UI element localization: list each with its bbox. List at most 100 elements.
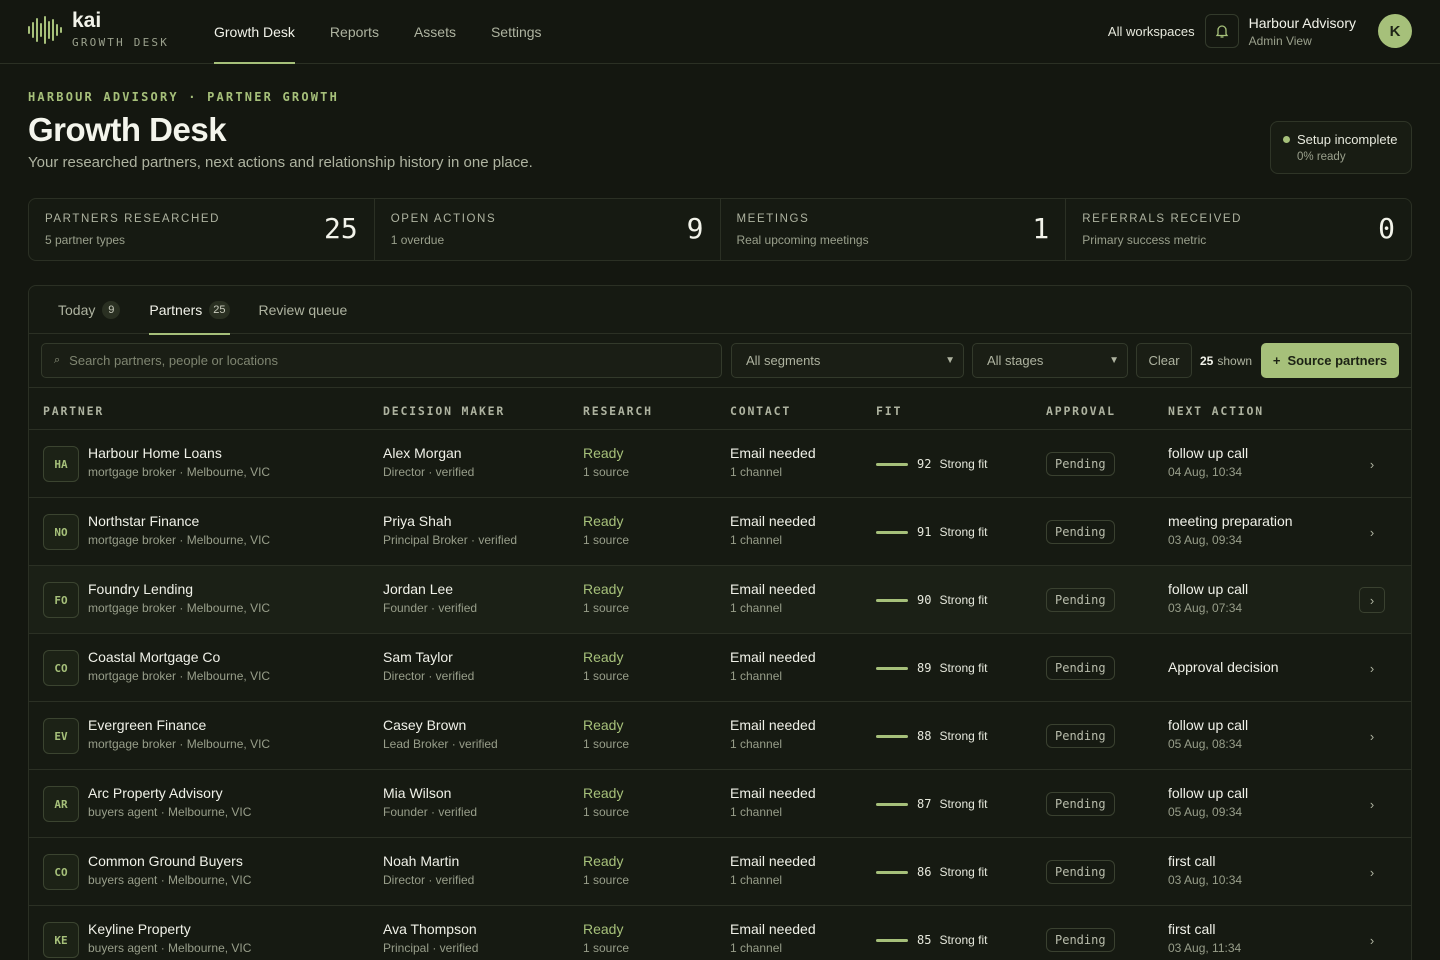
brand-name: kai	[72, 9, 102, 32]
col-decision-maker[interactable]: DECISION MAKER	[383, 404, 505, 418]
partner-meta: buyers agent · Melbourne, VIC	[88, 805, 252, 819]
decision-maker-name: Jordan Lee	[383, 581, 454, 597]
approval-status-badge[interactable]: Pending	[1046, 452, 1115, 476]
table-row[interactable]: FO Foundry Lending mortgage broker · Melbo…	[29, 566, 1411, 634]
breadcrumb: HARBOUR ADVISORY · PARTNER GROWTH	[28, 90, 340, 104]
nav-growth-desk[interactable]: Growth Desk	[214, 0, 295, 64]
chevron-down-icon: ▼	[1109, 355, 1119, 366]
fit-bar	[876, 462, 908, 466]
approval-status-badge[interactable]: Pending	[1046, 792, 1115, 816]
partner-name[interactable]: Foundry Lending	[88, 581, 270, 597]
setup-status-card[interactable]: Setup incomplete 0% ready	[1270, 121, 1412, 174]
col-contact[interactable]: CONTACT	[730, 404, 791, 418]
table-row[interactable]: KE Keyline Property buyers agent · Melbour…	[29, 906, 1411, 960]
source-partners-button[interactable]: + Source partners	[1261, 343, 1399, 378]
waveform-logo-icon	[28, 14, 62, 46]
col-partner[interactable]: PARTNER	[43, 404, 104, 418]
research-sources: 1 source	[583, 805, 630, 819]
shown-label: shown	[1217, 353, 1253, 368]
avatar[interactable]: K	[1378, 14, 1412, 48]
account-info[interactable]: Harbour Advisory Admin View	[1249, 15, 1356, 48]
col-research[interactable]: RESEARCH	[583, 404, 653, 418]
chevron-right-icon[interactable]: ›	[1359, 587, 1385, 613]
table-row[interactable]: CO Common Ground Buyers buyers agent · Mel…	[29, 838, 1411, 906]
tab-count-badge: 9	[102, 301, 121, 319]
brand[interactable]: kai GROWTH DESK	[28, 10, 169, 49]
table-row[interactable]: NO Northstar Finance mortgage broker · Mel…	[29, 498, 1411, 566]
col-fit[interactable]: FIT	[876, 404, 902, 418]
stage-select[interactable]: All stages ▼	[972, 343, 1128, 378]
page-title: Growth Desk	[28, 111, 227, 148]
next-action-cell: first call 03 Aug, 10:34	[1168, 853, 1242, 887]
partner-name[interactable]: Evergreen Finance	[88, 717, 270, 733]
decision-maker-name: Ava Thompson	[383, 921, 477, 937]
table-body: HA Harbour Home Loans mortgage broker · Me…	[29, 430, 1411, 960]
contact-cell: Email needed 1 channel	[730, 445, 816, 479]
approval-status-badge[interactable]: Pending	[1046, 656, 1115, 680]
stat-sub: Real upcoming meetings	[736, 233, 869, 247]
chevron-right-icon[interactable]: ›	[1359, 655, 1385, 681]
setup-title: Setup incomplete	[1297, 132, 1398, 147]
chevron-right-icon[interactable]: ›	[1359, 927, 1385, 953]
contact-channels: 1 channel	[730, 669, 783, 683]
stat-open-actions: OPEN ACTIONS 1 overdue 9	[375, 199, 721, 260]
bell-icon	[1215, 25, 1228, 38]
research-sources: 1 source	[583, 873, 630, 887]
approval-status-badge[interactable]: Pending	[1046, 520, 1115, 544]
clear-button[interactable]: Clear	[1136, 343, 1192, 378]
table-row[interactable]: EV Evergreen Finance mortgage broker · Mel…	[29, 702, 1411, 770]
workspace-switcher[interactable]: All workspaces	[1108, 24, 1195, 39]
tab-today[interactable]: Today 9	[58, 286, 121, 334]
partner-name[interactable]: Arc Property Advisory	[88, 785, 251, 801]
stat-partners-researched: PARTNERS RESEARCHED 5 partner types 25	[29, 199, 375, 260]
partner-initials-badge: KE	[43, 922, 79, 958]
contact-channels: 1 channel	[730, 465, 783, 479]
partner-name[interactable]: Common Ground Buyers	[88, 853, 251, 869]
partner-cell: Keyline Property buyers agent · Melbourne…	[88, 921, 251, 955]
tab-partners[interactable]: Partners 25	[149, 286, 230, 335]
fit-score: 85	[917, 933, 932, 947]
chevron-right-icon[interactable]: ›	[1359, 451, 1385, 477]
partner-name[interactable]: Harbour Home Loans	[88, 445, 270, 461]
approval-status-badge[interactable]: Pending	[1046, 928, 1115, 952]
table-row[interactable]: HA Harbour Home Loans mortgage broker · Me…	[29, 430, 1411, 498]
fit-label: Strong fit	[939, 865, 988, 879]
contact-cell: Email needed 1 channel	[730, 581, 816, 615]
segment-select[interactable]: All segments ▼	[731, 343, 964, 378]
chevron-right-icon[interactable]: ›	[1359, 723, 1385, 749]
partner-name[interactable]: Coastal Mortgage Co	[88, 649, 270, 665]
status-dot-icon	[1283, 136, 1290, 143]
col-next-action[interactable]: NEXT ACTION	[1168, 404, 1264, 418]
fit-score: 88	[917, 729, 932, 743]
table-row[interactable]: CO Coastal Mortgage Co mortgage broker · M…	[29, 634, 1411, 702]
nav-assets[interactable]: Assets	[414, 0, 456, 64]
fit-cell: 86 Strong fit	[876, 865, 987, 879]
chevron-right-icon[interactable]: ›	[1359, 791, 1385, 817]
approval-status-badge[interactable]: Pending	[1046, 860, 1115, 884]
nav-settings[interactable]: Settings	[491, 0, 542, 64]
partner-meta: mortgage broker · Melbourne, VIC	[88, 669, 271, 683]
tab-review-queue[interactable]: Review queue	[259, 286, 348, 334]
research-sources: 1 source	[583, 533, 630, 547]
partner-name[interactable]: Keyline Property	[88, 921, 251, 937]
contact-channels: 1 channel	[730, 533, 783, 547]
tab-label: Partners	[149, 302, 203, 318]
contact-status: Email needed	[730, 853, 816, 869]
nav-reports[interactable]: Reports	[330, 0, 379, 64]
fit-cell: 91 Strong fit	[876, 525, 987, 539]
chevron-right-icon[interactable]: ›	[1359, 859, 1385, 885]
table-row[interactable]: AR Arc Property Advisory buyers agent · Me…	[29, 770, 1411, 838]
chevron-right-icon[interactable]: ›	[1359, 519, 1385, 545]
approval-status-badge[interactable]: Pending	[1046, 724, 1115, 748]
col-approval[interactable]: APPROVAL	[1046, 404, 1116, 418]
partner-cell: Northstar Finance mortgage broker · Melbo…	[88, 513, 270, 547]
next-action-label: follow up call	[1168, 445, 1249, 461]
search-input[interactable]	[69, 353, 670, 368]
next-action-time: 03 Aug, 07:34	[1168, 601, 1243, 615]
partner-initials-badge: CO	[43, 854, 79, 890]
approval-status-badge[interactable]: Pending	[1046, 588, 1115, 612]
fit-bar	[876, 802, 908, 806]
decision-maker-cell: Casey Brown Lead Broker · verified	[383, 717, 498, 751]
partner-name[interactable]: Northstar Finance	[88, 513, 270, 529]
notifications-button[interactable]	[1204, 14, 1239, 48]
